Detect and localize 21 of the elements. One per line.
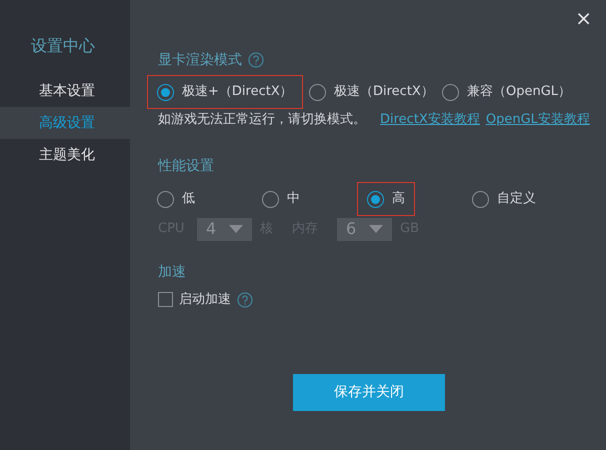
checkbox[interactable] bbox=[158, 292, 173, 308]
close-button[interactable]: × bbox=[575, 8, 592, 28]
radio-option[interactable]: 低 bbox=[147, 182, 205, 216]
help-icon[interactable] bbox=[248, 52, 264, 68]
help-icon[interactable] bbox=[237, 292, 253, 308]
section-title: 显卡渲染模式 bbox=[158, 50, 242, 70]
hint-text: 如游戏无法正常运行，请切换模式。 bbox=[158, 111, 366, 130]
tutorial-link[interactable]: DirectX安装教程 bbox=[380, 110, 480, 130]
section-title: 性能设置 bbox=[158, 157, 215, 176]
sidebar-item[interactable]: 主题美化 bbox=[0, 139, 130, 171]
sidebar-item[interactable]: 基本设置 bbox=[0, 75, 130, 107]
caret-icon bbox=[369, 225, 383, 233]
caret-icon bbox=[229, 225, 243, 233]
radio-option[interactable]: 中 bbox=[252, 182, 310, 216]
radio-option[interactable]: 极速+（DirectX） bbox=[147, 75, 303, 109]
checkbox-label: 启动加速 bbox=[179, 291, 231, 309]
section-title: 加速 bbox=[158, 263, 187, 282]
sidebar-title: 设置中心 bbox=[30, 35, 96, 57]
radio-option[interactable]: 高 bbox=[357, 182, 415, 216]
tutorial-link[interactable]: OpenGL安装教程 bbox=[486, 110, 590, 130]
radio-option[interactable]: 自定义 bbox=[462, 182, 546, 216]
